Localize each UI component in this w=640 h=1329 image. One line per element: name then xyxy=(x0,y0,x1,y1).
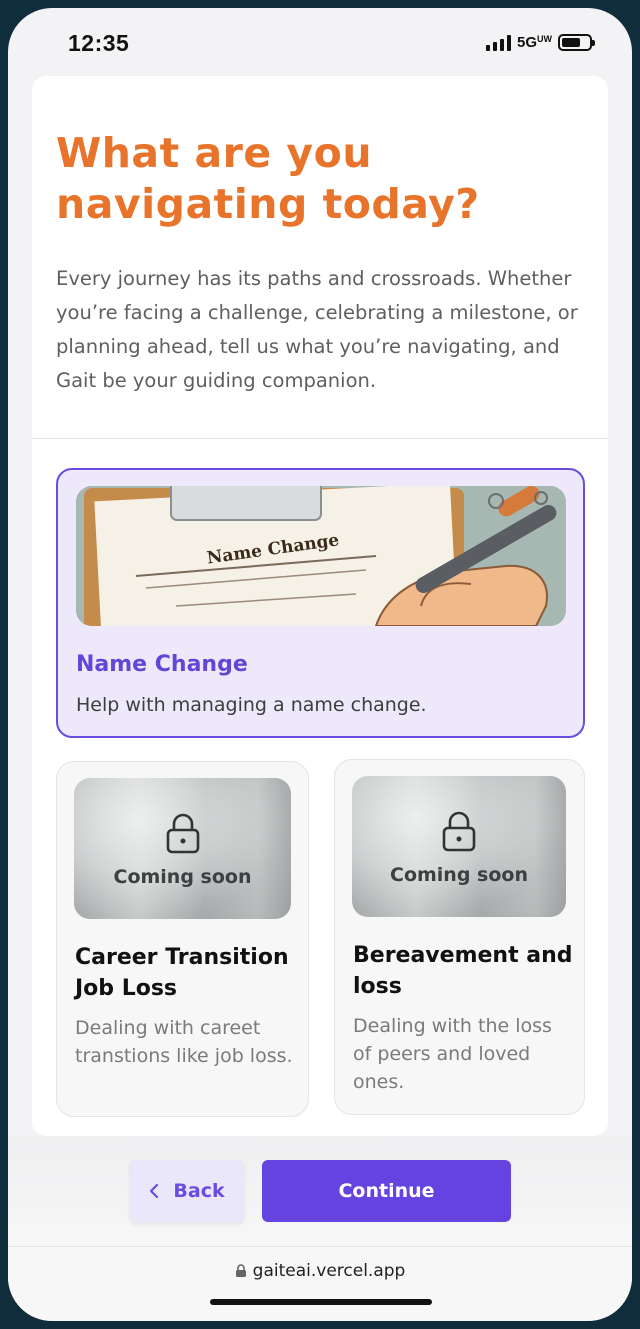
option-title: Career Transition Job Loss xyxy=(75,945,289,1001)
lock-icon xyxy=(442,811,476,852)
page-description: Every journey has its paths and crossroa… xyxy=(56,267,578,392)
back-label: Back xyxy=(173,1180,225,1202)
option-career-transition[interactable]: Coming soon Career Transition Job Loss D… xyxy=(56,761,309,1117)
lock-icon xyxy=(235,1264,246,1277)
option-title: Bereavement and loss xyxy=(353,943,573,999)
status-time: 12:35 xyxy=(68,30,130,56)
option-description: Dealing with careet transtions like job … xyxy=(75,1017,293,1067)
status-icons: 5GUW xyxy=(485,34,595,51)
url-text: gaiteai.vercel.app xyxy=(252,1261,406,1281)
option-description: Help with managing a name change. xyxy=(76,694,427,716)
bottom-action-bar: Back Continue xyxy=(8,1136,632,1246)
back-button[interactable]: Back xyxy=(130,1160,244,1222)
url-display[interactable]: gaiteai.vercel.app xyxy=(8,1261,632,1281)
signal-icon xyxy=(485,34,511,51)
page-title: What are you navigating today? xyxy=(56,129,480,228)
continue-button[interactable]: Continue xyxy=(262,1160,511,1222)
chevron-left-icon xyxy=(150,1183,159,1199)
continue-label: Continue xyxy=(338,1180,435,1202)
coming-soon-badge: Coming soon xyxy=(390,864,528,886)
main-card: What are you navigating today? Every jou… xyxy=(32,76,608,1136)
name-change-illustration: Name Change xyxy=(76,486,566,626)
coming-soon-badge: Coming soon xyxy=(113,866,252,888)
phone-screen: 12:35 5GUW What are you navigating today… xyxy=(8,8,632,1321)
locked-thumbnail: Coming soon xyxy=(74,778,291,919)
option-description: Dealing with the loss of peers and loved… xyxy=(353,1015,552,1093)
network-label: 5GUW xyxy=(516,34,552,51)
browser-url-bar[interactable]: gaiteai.vercel.app xyxy=(8,1246,632,1321)
option-name-change[interactable]: Name Change Name Change Help with managi… xyxy=(56,468,585,738)
lock-icon xyxy=(166,813,199,854)
locked-thumbnail: Coming soon xyxy=(352,776,566,917)
option-bereavement[interactable]: Coming soon Bereavement and loss Dealing… xyxy=(334,759,585,1115)
battery-icon xyxy=(558,34,595,51)
status-bar: 12:35 5GUW xyxy=(8,8,632,78)
option-title: Name Change xyxy=(76,652,248,677)
divider xyxy=(32,438,608,439)
home-indicator[interactable] xyxy=(210,1299,432,1305)
